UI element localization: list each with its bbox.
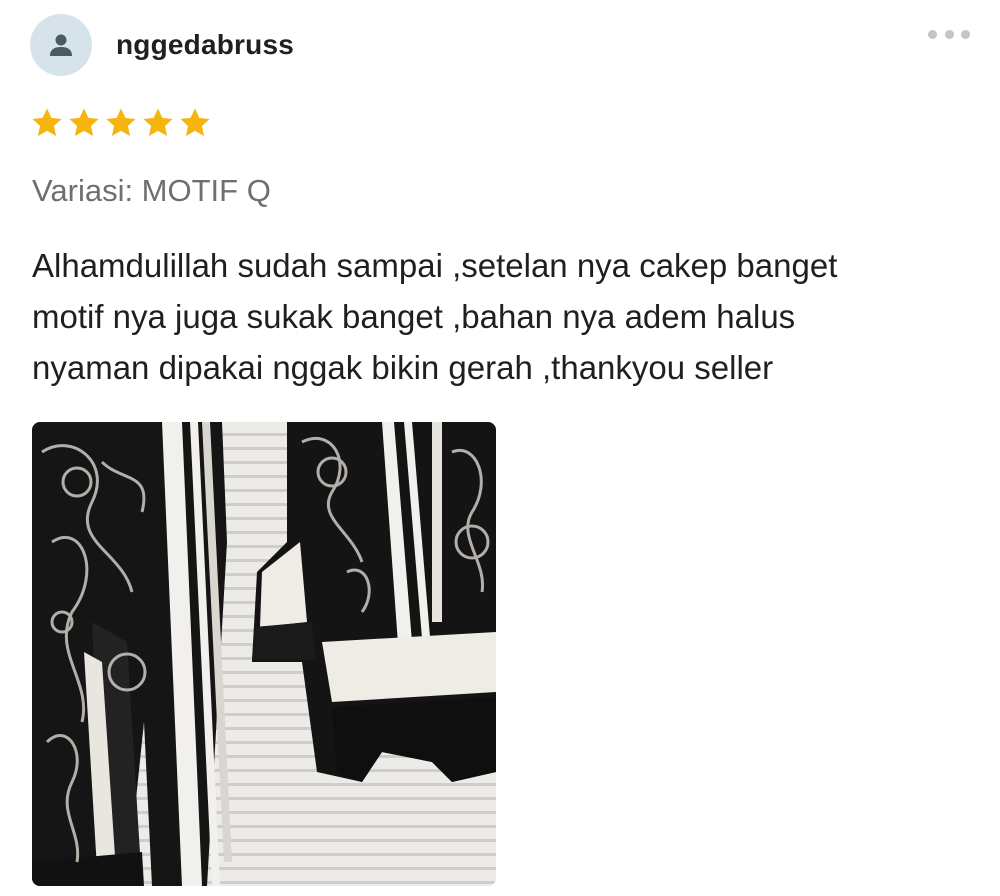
review-card: nggedabruss Variasi: MOTIF Q Alhamdulill… xyxy=(0,0,1000,896)
star-icon xyxy=(32,108,62,137)
comment-line: motif nya juga sukak banget ,bahan nya a… xyxy=(32,298,796,335)
review-comment: Alhamdulillah sudah sampai ,setelan nya … xyxy=(32,240,952,393)
star-icon xyxy=(180,108,210,137)
star-icon xyxy=(143,108,173,137)
comment-line: Alhamdulillah sudah sampai ,setelan nya … xyxy=(32,247,838,284)
avatar[interactable] xyxy=(30,14,92,76)
star-icon xyxy=(69,108,99,137)
review-photo[interactable] xyxy=(32,422,496,886)
user-icon xyxy=(50,34,72,56)
star-icon xyxy=(106,108,136,137)
reviewer-header: nggedabruss xyxy=(30,14,294,76)
more-options-button[interactable] xyxy=(928,24,970,44)
more-horizontal-icon xyxy=(928,29,937,39)
reviewer-name[interactable]: nggedabruss xyxy=(116,29,294,61)
variant-label: Variasi: MOTIF Q xyxy=(32,173,271,208)
clothing-photo-illustration xyxy=(32,422,496,886)
comment-line: nyaman dipakai nggak bikin gerah ,thanky… xyxy=(32,349,774,386)
star-rating xyxy=(30,106,215,140)
